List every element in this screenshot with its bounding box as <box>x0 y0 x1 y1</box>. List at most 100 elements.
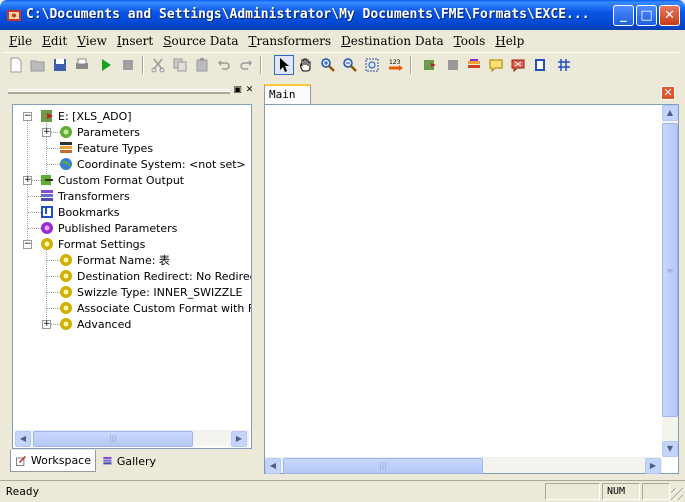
tree-item-label: Advanced <box>77 317 132 331</box>
new-icon[interactable] <box>6 55 26 75</box>
workspace-tree: − E: [XLS_ADO] + Parameters Feature Type… <box>12 104 252 449</box>
panel-grip[interactable] <box>8 89 230 94</box>
stop-icon[interactable] <box>118 55 138 75</box>
tree-item-destination-redirect[interactable]: Destination Redirect: No Redirect <box>58 268 252 284</box>
svg-text:123: 123 <box>389 59 401 66</box>
menu-edit[interactable]: Edit <box>37 31 72 51</box>
grid-icon[interactable] <box>554 55 574 75</box>
scroll-left-icon[interactable]: ◀ <box>265 458 281 474</box>
collapse-format-settings-toggle[interactable]: − <box>23 240 32 249</box>
scroll-left-icon[interactable]: ◀ <box>15 431 31 447</box>
status-num: NUM <box>602 483 640 500</box>
tab-label: Workspace <box>30 454 91 467</box>
tree-item-feature-types[interactable]: Feature Types <box>58 140 153 156</box>
menu-transformers[interactable]: Transformers <box>244 31 337 51</box>
tree-item-label: Published Parameters <box>58 221 178 235</box>
panel-restore-icon[interactable]: ▣ <box>232 85 243 96</box>
copy-icon[interactable] <box>170 55 190 75</box>
maximize-button[interactable]: □ <box>636 5 657 26</box>
status-cell-empty <box>642 483 670 500</box>
gear-icon <box>60 286 72 298</box>
add-transformer-icon[interactable] <box>464 55 484 75</box>
panel-close-icon[interactable]: ✕ <box>244 85 255 96</box>
scroll-thumb[interactable]: ||| <box>283 458 483 474</box>
save-icon[interactable] <box>50 55 70 75</box>
tree-item-label: Transformers <box>58 189 130 203</box>
cut-icon[interactable] <box>148 55 168 75</box>
tree-item-parameters[interactable]: Parameters <box>58 124 140 140</box>
close-button[interactable]: ✕ <box>659 5 680 26</box>
minimize-button[interactable]: _ <box>613 5 634 26</box>
redo-icon[interactable] <box>236 55 256 75</box>
menu-source-data[interactable]: Source Data <box>158 31 243 51</box>
tree-item-format-name[interactable]: Format Name: 表 <box>58 252 170 268</box>
tree-item-label: Format Settings <box>58 237 146 251</box>
zoom-in-icon[interactable] <box>318 55 338 75</box>
undo-icon[interactable] <box>214 55 234 75</box>
transformers-icon <box>41 190 53 201</box>
paste-icon[interactable] <box>192 55 212 75</box>
tree-item-bookmarks[interactable]: Bookmarks <box>39 204 119 220</box>
menu-insert[interactable]: Insert <box>112 31 158 51</box>
fme-app-icon[interactable] <box>6 7 22 23</box>
tree-item-format-settings[interactable]: Format Settings <box>39 236 145 252</box>
scroll-right-icon[interactable]: ▶ <box>645 458 661 474</box>
gear-icon <box>60 318 72 330</box>
scroll-thumb[interactable]: ||| <box>33 431 193 447</box>
remove-icon[interactable] <box>508 55 528 75</box>
menu-help[interactable]: Help <box>490 31 529 51</box>
gallery-icon <box>103 456 112 465</box>
tree-item-published-parameters[interactable]: Published Parameters <box>39 220 177 236</box>
menu-file[interactable]: File <box>4 31 37 51</box>
custom-format-icon <box>41 175 53 185</box>
scroll-right-icon[interactable]: ▶ <box>231 431 247 447</box>
feature-types-icon <box>60 142 72 153</box>
zoom-out-icon[interactable] <box>340 55 360 75</box>
tree-item-label: Format Name: 表 <box>77 254 170 267</box>
tab-gallery[interactable]: Gallery <box>98 450 160 472</box>
tree-item-label: Destination Redirect: No Redirect <box>77 269 252 283</box>
scroll-up-icon[interactable]: ▲ <box>662 105 678 121</box>
tab-workspace[interactable]: Workspace <box>10 450 96 472</box>
tree-item-associate-custom-format[interactable]: Associate Custom Format with File <box>58 300 251 316</box>
tree-item-swizzle-type[interactable]: Swizzle Type: INNER_SWIZZLE <box>58 284 242 300</box>
zoom-extents-icon[interactable] <box>362 55 382 75</box>
collapse-root-toggle[interactable]: − <box>23 112 32 121</box>
open-icon[interactable] <box>28 55 48 75</box>
menu-view[interactable]: View <box>72 31 112 51</box>
canvas-horizontal-scrollbar[interactable]: ◀ ||| ▶ <box>265 457 662 474</box>
menu-destination-data[interactable]: Destination Data <box>336 31 449 51</box>
resize-grip-icon[interactable] <box>671 488 683 500</box>
tree-item-label: E: [XLS_ADO] <box>58 109 132 123</box>
tree-item-advanced[interactable]: Advanced <box>58 316 131 332</box>
canvas-vertical-scrollbar[interactable]: ▲ ≡ ▼ <box>662 105 678 457</box>
menu-tools[interactable]: Tools <box>449 31 491 51</box>
scroll-down-icon[interactable]: ▼ <box>662 441 678 457</box>
tree-item-label: Swizzle Type: INNER_SWIZZLE <box>77 285 243 299</box>
expand-parameters-toggle[interactable]: + <box>42 128 51 137</box>
select-icon[interactable] <box>274 55 294 75</box>
bookmark-icon[interactable] <box>530 55 550 75</box>
print-icon[interactable] <box>72 55 92 75</box>
tree-item-transformers[interactable]: Transformers <box>39 188 130 204</box>
tab-main[interactable]: Main <box>264 84 311 104</box>
tree-item-root[interactable]: E: [XLS_ADO] <box>39 108 132 124</box>
tree-item-label: Bookmarks <box>58 205 120 219</box>
close-canvas-icon[interactable]: ✕ <box>661 86 675 100</box>
pan-icon[interactable] <box>296 55 316 75</box>
expand-custom-format-toggle[interactable]: + <box>23 176 32 185</box>
workspace-canvas[interactable]: ▲ ≡ ▼ ◀ ||| ▶ <box>264 104 679 474</box>
tab-label: Gallery <box>116 454 156 468</box>
feature-count-icon[interactable]: 123 <box>386 55 406 75</box>
add-reader-icon[interactable] <box>420 55 440 75</box>
run-icon[interactable] <box>96 55 116 75</box>
gear-icon <box>60 254 72 266</box>
vertical-scroll-thumb[interactable]: ≡ <box>662 123 678 417</box>
tree-item-coordinate-system[interactable]: Coordinate System: <not set> <box>58 156 246 172</box>
expand-advanced-toggle[interactable]: + <box>42 320 51 329</box>
add-writer-icon[interactable] <box>442 55 462 75</box>
tree-item-label: Parameters <box>77 125 140 139</box>
annotation-icon[interactable] <box>486 55 506 75</box>
tree-horizontal-scrollbar[interactable]: ◀ ||| ▶ <box>15 430 249 447</box>
tree-item-custom-format-output[interactable]: Custom Format Output <box>39 172 184 188</box>
